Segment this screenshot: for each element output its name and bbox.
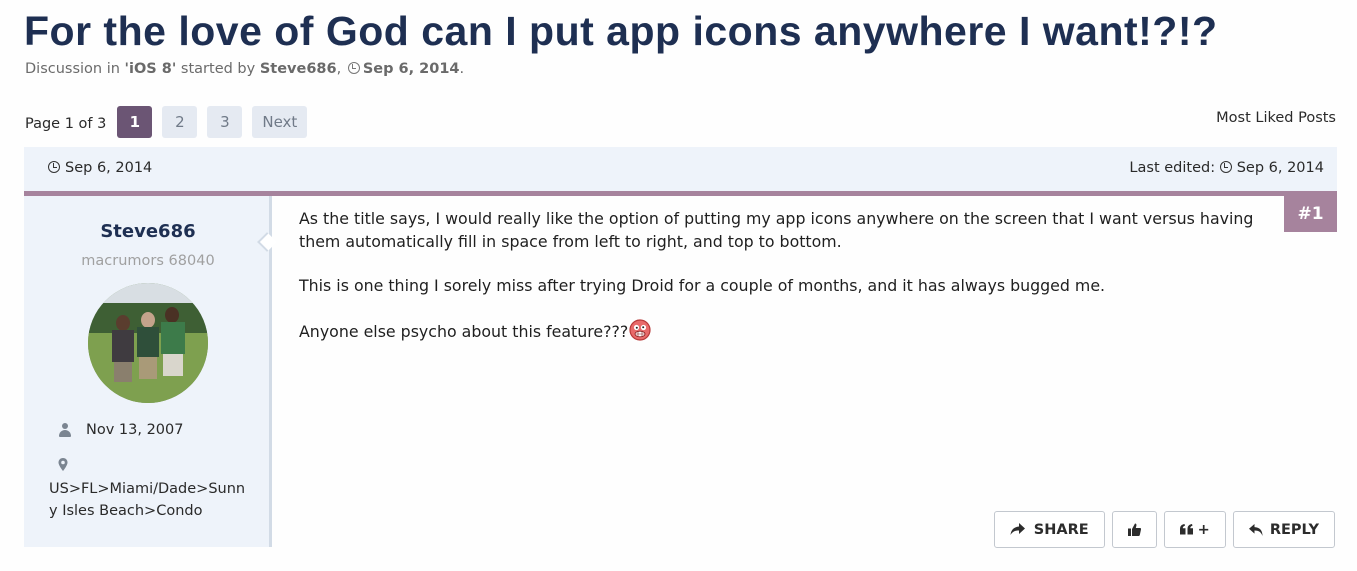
post-content: As the title says, I would really like t…	[299, 208, 1269, 365]
username[interactable]: Steve686	[24, 221, 272, 242]
thread-date[interactable]: Sep 6, 2014	[363, 61, 460, 77]
joined-date: Nov 13, 2007	[86, 422, 184, 438]
meta-prefix: Discussion in	[25, 61, 120, 77]
page-label: Page 1 of 3	[25, 116, 107, 132]
thumbs-up-icon	[1127, 523, 1141, 536]
post-date-text: Sep 6, 2014	[65, 160, 153, 176]
share-icon	[1010, 523, 1025, 535]
most-liked-posts-link[interactable]: Most Liked Posts	[1216, 110, 1336, 126]
post-header: Sep 6, 2014 Last edited: Sep 6, 2014	[24, 147, 1337, 191]
reply-label: REPLY	[1269, 521, 1319, 538]
post-actions: SHARE + REPLY	[993, 511, 1335, 548]
reply-button[interactable]: REPLY	[1232, 511, 1335, 548]
quote-plus-label: +	[1197, 521, 1210, 538]
crazy-emoji-icon	[629, 318, 651, 341]
forum-link[interactable]: 'iOS 8'	[125, 61, 177, 77]
last-edited-date: Sep 6, 2014	[1236, 160, 1324, 176]
share-label: SHARE	[1033, 521, 1089, 538]
share-button[interactable]: SHARE	[993, 511, 1105, 548]
clock-icon	[48, 161, 60, 173]
author-link[interactable]: Steve686	[260, 61, 337, 77]
quote-icon	[1179, 524, 1193, 535]
like-button[interactable]	[1111, 511, 1157, 548]
page-3-button[interactable]: 3	[207, 106, 243, 138]
post-paragraph-last: Anyone else psycho about this feature???	[299, 318, 1269, 344]
next-page-button[interactable]: Next	[252, 106, 308, 138]
last-edited: Last edited: Sep 6, 2014	[1129, 160, 1324, 176]
user-location: US>FL>Miami/Dade>Sunny Isles Beach>Condo	[49, 481, 246, 519]
thread-title: For the love of God can I put app icons …	[24, 8, 1218, 54]
post-paragraph-text: Anyone else psycho about this feature???	[299, 321, 629, 341]
meta-comma: ,	[336, 61, 342, 77]
user-icon	[58, 423, 72, 437]
user-joined: Nov 13, 2007	[58, 422, 183, 438]
last-edited-label: Last edited:	[1129, 160, 1216, 176]
avatar[interactable]	[88, 283, 208, 403]
map-marker-icon	[58, 458, 68, 471]
post-paragraph: This is one thing I sorely miss after tr…	[299, 275, 1106, 295]
post-paragraph: As the title says, I would really like t…	[299, 209, 1254, 251]
meta-period: .	[459, 61, 465, 77]
post-date[interactable]: Sep 6, 2014	[48, 160, 152, 176]
pagination: Page 1 of 3 1 2 3 Next	[25, 106, 308, 138]
clock-icon	[347, 62, 360, 74]
page-1-button[interactable]: 1	[117, 106, 153, 138]
thread-meta: Discussion in 'iOS 8' started by Steve68…	[25, 61, 464, 77]
user-info-panel: Steve686 macrumors 68040 Nov 13, 2007 US…	[24, 196, 272, 547]
reply-icon	[1248, 523, 1263, 536]
started-by-label: started by	[180, 61, 256, 77]
clock-icon	[1219, 161, 1232, 173]
post-number-link[interactable]: #1	[1284, 196, 1337, 232]
page-2-button[interactable]: 2	[162, 106, 198, 138]
user-title: macrumors 68040	[81, 253, 215, 269]
quote-button[interactable]: +	[1163, 511, 1226, 548]
